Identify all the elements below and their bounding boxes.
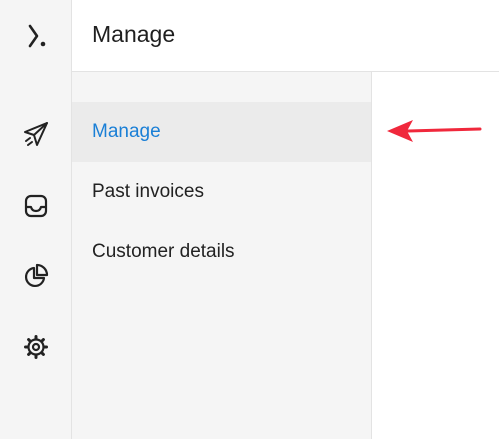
subnav-item-past-invoices[interactable]: Past invoices <box>72 162 371 222</box>
pie-chart-icon <box>24 263 48 287</box>
sub-navigation: Manage Past invoices Customer details <box>72 72 372 439</box>
app-window: Manage Manage Past invoices Customer det… <box>0 0 499 439</box>
inbox-nav-button[interactable] <box>0 184 71 228</box>
annotation-arrow-icon <box>387 120 482 142</box>
send-nav-button[interactable] <box>0 112 71 156</box>
gear-icon <box>23 335 48 359</box>
page-header: Manage <box>72 0 499 72</box>
send-icon <box>23 122 48 146</box>
reports-nav-button[interactable] <box>0 254 71 298</box>
logo-icon <box>28 24 45 48</box>
page-title: Manage <box>92 21 176 47</box>
settings-nav-button[interactable] <box>0 325 71 369</box>
subnav-item-manage[interactable]: Manage <box>72 102 371 162</box>
logo-button[interactable] <box>0 14 71 58</box>
icon-rail <box>0 0 72 439</box>
subnav-item-customer-details[interactable]: Customer details <box>72 222 371 282</box>
inbox-icon <box>24 194 47 218</box>
